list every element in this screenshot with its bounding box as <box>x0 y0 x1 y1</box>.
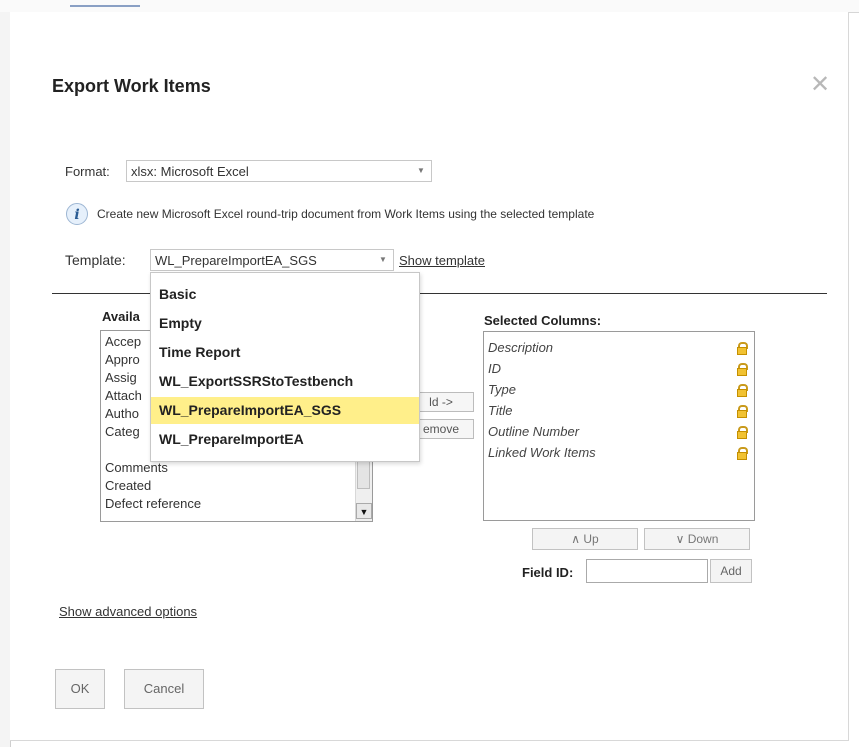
list-item[interactable]: Attach <box>105 388 142 403</box>
info-icon: i <box>66 203 88 225</box>
add-field-button[interactable]: Add <box>710 559 752 583</box>
list-item[interactable]: Accep <box>105 334 141 349</box>
chevron-down-icon: ▼ <box>417 166 425 175</box>
list-item[interactable]: Description <box>488 340 553 355</box>
list-item[interactable]: Outline Number <box>488 424 579 439</box>
list-item[interactable]: Comments <box>105 460 168 475</box>
field-id-input[interactable] <box>586 559 708 583</box>
list-item[interactable]: Created <box>105 478 151 493</box>
lock-icon <box>737 363 748 376</box>
lock-icon <box>737 447 748 460</box>
format-label: Format: <box>65 164 110 179</box>
list-item[interactable]: Autho <box>105 406 139 421</box>
lock-icon <box>737 426 748 439</box>
dialog-title: Export Work Items <box>52 76 211 96</box>
scroll-down-arrow-icon[interactable]: ▼ <box>356 503 372 519</box>
template-option[interactable]: Basic <box>151 281 419 308</box>
template-option[interactable]: WL_ExportSSRStoTestbench <box>151 368 419 395</box>
template-option[interactable]: Empty <box>151 310 419 337</box>
selected-columns-heading: Selected Columns: <box>484 313 602 328</box>
lock-icon <box>737 384 748 397</box>
list-item[interactable]: Categ <box>105 424 140 439</box>
template-option-highlighted[interactable]: WL_PrepareImportEA_SGS <box>151 397 419 424</box>
template-option[interactable]: WL_PrepareImportEA <box>151 426 419 453</box>
format-select[interactable]: xlsx: Microsoft Excel ▼ <box>126 160 432 182</box>
window-top-accent <box>70 0 140 7</box>
template-value: WL_PrepareImportEA_SGS <box>155 253 317 268</box>
field-id-label: Field ID: <box>522 565 574 580</box>
info-text: Create new Microsoft Excel round-trip do… <box>97 207 595 221</box>
list-item[interactable]: Linked Work Items <box>488 445 596 460</box>
lock-icon <box>737 342 748 355</box>
template-label: Template: <box>65 252 126 268</box>
format-value: xlsx: Microsoft Excel <box>131 164 249 179</box>
template-dropdown-menu: Basic Empty Time Report WL_ExportSSRStoT… <box>150 272 420 462</box>
chevron-down-icon: ▼ <box>379 255 387 264</box>
list-item[interactable]: Title <box>488 403 512 418</box>
move-down-button[interactable]: ∨ Down <box>644 528 750 550</box>
lock-icon <box>737 405 748 418</box>
list-item[interactable]: ID <box>488 361 501 376</box>
selected-columns-list[interactable]: Description ID Type Title Outline Number… <box>483 331 755 521</box>
list-item[interactable]: Type <box>488 382 516 397</box>
show-template-link[interactable]: Show template <box>399 253 485 268</box>
available-columns-heading: Availa <box>102 309 140 324</box>
cancel-button[interactable]: Cancel <box>124 669 204 709</box>
list-item[interactable]: Appro <box>105 352 140 367</box>
template-option[interactable]: Time Report <box>151 339 419 366</box>
close-icon[interactable]: ✕ <box>810 70 830 98</box>
show-advanced-options-link[interactable]: Show advanced options <box>59 604 197 619</box>
list-item[interactable]: Defect reference <box>105 496 201 511</box>
list-item[interactable]: Assig <box>105 370 137 385</box>
move-up-button[interactable]: ∧ Up <box>532 528 638 550</box>
ok-button[interactable]: OK <box>55 669 105 709</box>
template-select[interactable]: WL_PrepareImportEA_SGS ▼ <box>150 249 394 271</box>
